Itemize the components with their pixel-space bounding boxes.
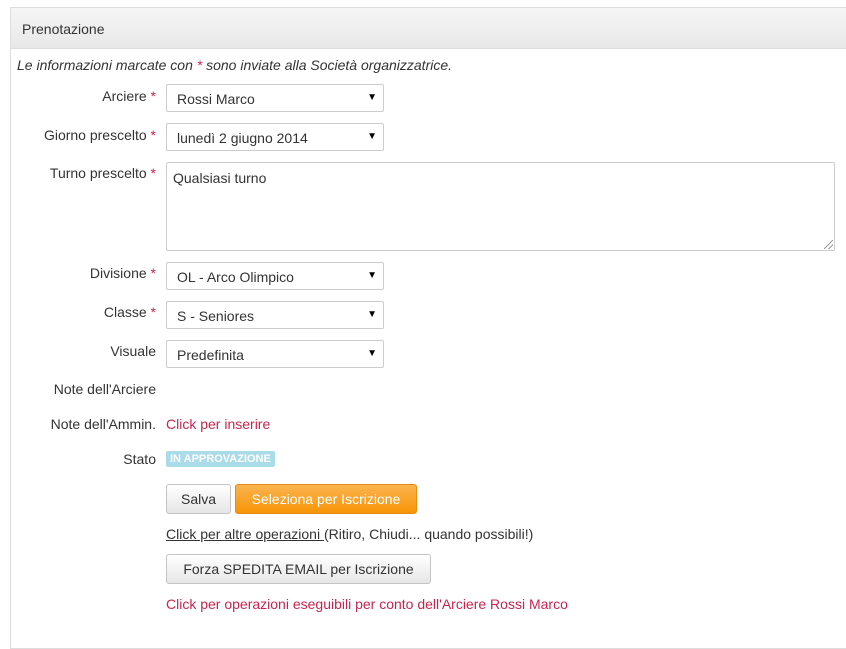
giorno-select[interactable]: lunedì 2 giugno 2014 ▼ [166,123,384,151]
dropdown-arrow-icon: ▼ [367,348,377,359]
required-star: * [150,304,156,320]
divisione-label: Divisione * [90,265,156,281]
divisione-value: OL - Arco Olimpico [177,269,294,285]
info-after: sono inviate alla Società organizzatrice… [202,57,453,73]
status-badge: IN APPROVAZIONE [166,451,275,467]
visuale-select[interactable]: Predefinita ▼ [166,340,384,368]
arciere-label-text: Arciere [102,88,147,104]
turno-label: Turno prescelto * [50,165,156,181]
dropdown-arrow-icon: ▼ [367,270,377,281]
note-ammin-insert-link[interactable]: Click per inserire [166,416,270,432]
turno-textarea[interactable]: Qualsiasi turno [166,162,835,251]
required-star: * [150,127,156,143]
giorno-value: lunedì 2 giugno 2014 [177,130,308,146]
panel-header: Prenotazione [11,8,846,49]
dropdown-arrow-icon: ▼ [367,92,377,103]
classe-select[interactable]: S - Seniores ▼ [166,301,384,329]
required-star: * [150,165,156,181]
classe-label-text: Classe [103,304,147,320]
visuale-value: Predefinita [177,347,244,363]
divisione-select[interactable]: OL - Arco Olimpico ▼ [166,262,384,290]
giorno-label: Giorno prescelto * [44,127,156,143]
note-arciere-label: Note dell'Arciere [53,381,156,397]
arciere-value: Rossi Marco [177,91,255,107]
turno-value: Qualsiasi turno [173,170,267,186]
info-before: Le informazioni marcate con [17,57,197,73]
turno-label-text: Turno prescelto [49,165,147,181]
seleziona-iscrizione-button[interactable]: Seleziona per Iscrizione [235,484,417,514]
salva-button[interactable]: Salva [166,484,231,514]
divisione-label-text: Divisione [89,265,147,281]
classe-value: S - Seniores [177,308,255,324]
visuale-label: Visuale [110,343,156,359]
giorno-label-text: Giorno prescelto [43,127,147,143]
operations-on-behalf-link[interactable]: Click per operazioni eseguibili per cont… [166,596,568,612]
dropdown-arrow-icon: ▼ [367,131,377,142]
note-ammin-label: Note dell'Ammin. [50,416,156,432]
classe-label: Classe * [104,304,156,320]
dropdown-arrow-icon: ▼ [367,309,377,320]
required-star: * [150,265,156,281]
arciere-select[interactable]: Rossi Marco ▼ [166,84,384,112]
other-operations-note: (Ritiro, Chiudi... quando possibili!) [323,526,534,542]
required-info-text: Le informazioni marcate con * sono invia… [17,57,452,73]
resize-grip-icon[interactable] [824,240,833,249]
required-star: * [150,88,156,104]
other-operations: Click per altre operazioni (Ritiro, Chiu… [166,526,533,542]
forza-email-button[interactable]: Forza SPEDITA EMAIL per Iscrizione [166,554,431,584]
other-operations-link[interactable]: Click per altre operazioni [166,526,324,542]
visuale-label-text: Visuale [110,343,156,359]
arciere-label: Arciere * [102,88,156,104]
panel-title: Prenotazione [22,21,105,37]
stato-label: Stato [123,451,156,467]
prenotazione-panel: Prenotazione Le informazioni marcate con… [10,7,846,649]
